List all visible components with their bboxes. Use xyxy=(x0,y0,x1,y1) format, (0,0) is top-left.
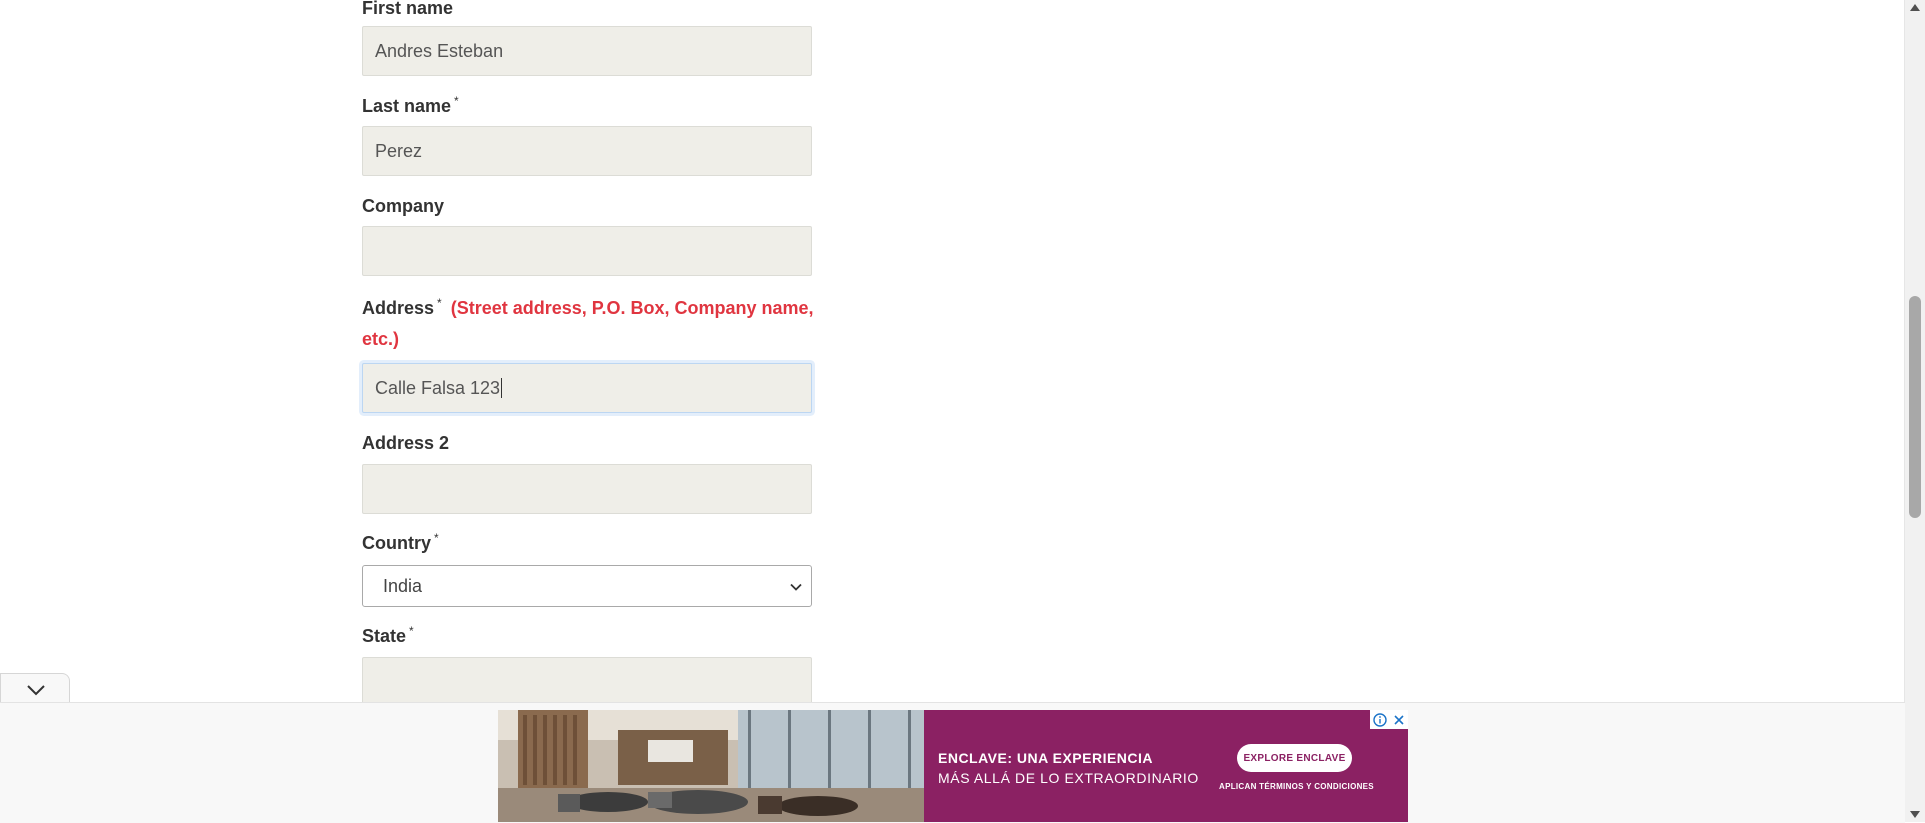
scroll-up-arrow[interactable] xyxy=(1910,4,1920,11)
first-name-input[interactable]: Andres Esteban xyxy=(362,26,812,76)
close-icon[interactable] xyxy=(1389,710,1408,729)
state-label: State * xyxy=(362,624,414,646)
advertisement-banner[interactable]: ENCLAVE: UNA EXPERIENCIA MÁS ALLÁ DE LO … xyxy=(498,710,1408,822)
info-icon[interactable] xyxy=(1370,710,1389,729)
scroll-down-arrow[interactable] xyxy=(1910,811,1920,818)
address2-input[interactable] xyxy=(362,464,812,514)
required-marker: * xyxy=(437,296,442,310)
last-name-value: Perez xyxy=(375,140,423,161)
scrollbar-thumb[interactable] xyxy=(1909,296,1921,518)
first-name-label: First name xyxy=(362,0,454,18)
ad-lounge-photo xyxy=(498,710,924,822)
required-marker: * xyxy=(454,94,459,108)
ad-headline: ENCLAVE: UNA EXPERIENCIA xyxy=(938,750,1154,766)
address-hint-continued: etc.) xyxy=(362,329,400,349)
country-select[interactable]: India xyxy=(362,565,812,607)
ad-explore-button[interactable]: EXPLORE ENCLAVE xyxy=(1237,744,1352,772)
page-scrollbar[interactable] xyxy=(1904,0,1925,822)
country-label: Country * xyxy=(362,531,439,553)
ad-collapse-toggle[interactable] xyxy=(0,673,70,703)
required-marker: * xyxy=(409,624,414,638)
address-hint: (Street address, P.O. Box, Company name, xyxy=(450,298,814,318)
address2-label: Address 2 xyxy=(362,433,450,453)
first-name-value: Andres Esteban xyxy=(375,40,504,61)
state-input[interactable] xyxy=(362,657,812,707)
country-selected-value: India xyxy=(383,575,423,596)
ad-terms: APLICAN TÉRMINOS Y CONDICIONES xyxy=(1219,782,1374,791)
last-name-label: Last name * xyxy=(362,94,459,116)
ad-copy: ENCLAVE: UNA EXPERIENCIA MÁS ALLÁ DE LO … xyxy=(938,750,1199,786)
address-value: Calle Falsa 123 xyxy=(375,377,501,398)
ad-choices xyxy=(1370,710,1408,729)
address-label: Address * (Street address, P.O. Box, Comp… xyxy=(362,296,814,318)
text-caret xyxy=(501,378,503,398)
chevron-down-icon xyxy=(789,578,803,599)
address-input[interactable]: Calle Falsa 123 xyxy=(362,363,812,413)
company-label: Company xyxy=(362,196,445,216)
company-input[interactable] xyxy=(362,226,812,276)
required-marker: * xyxy=(434,531,439,545)
last-name-input[interactable]: Perez xyxy=(362,126,812,176)
ad-subline: MÁS ALLÁ DE LO EXTRAORDINARIO xyxy=(938,770,1199,786)
chevron-down-icon xyxy=(26,683,46,701)
